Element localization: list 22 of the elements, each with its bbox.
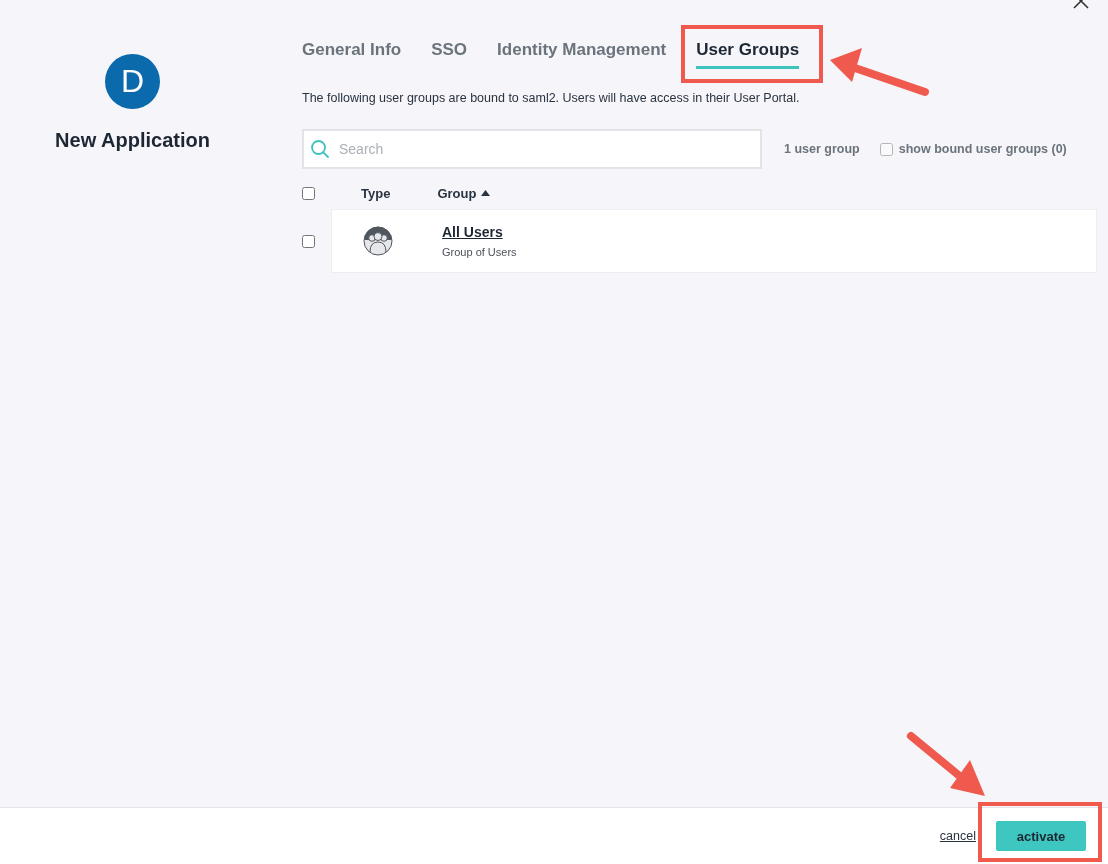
group-name-link[interactable]: All Users (442, 224, 517, 240)
tab[interactable]: General Info (302, 40, 402, 69)
group-row[interactable]: All Users Group of Users (331, 209, 1097, 273)
bound-label: show bound user groups (0) (898, 142, 1067, 156)
tab[interactable]: Identity Management (497, 40, 667, 69)
column-header[interactable]: Group (437, 185, 477, 201)
row-checkbox[interactable] (302, 234, 315, 248)
select-all-checkbox[interactable] (302, 186, 315, 200)
cancel-link[interactable]: cancel (939, 829, 976, 843)
activate-button[interactable]: activate (996, 821, 1086, 851)
app-title: New Application (55, 129, 210, 152)
app-avatar: D (105, 54, 160, 109)
tab[interactable]: User Groups (696, 40, 800, 69)
group-count: 1 user group (784, 142, 860, 156)
bound-checkbox[interactable] (879, 142, 893, 156)
user-group-icon (363, 226, 393, 256)
description-text: The following user groups are bound to saml2. Users will have access in their User Portal. (302, 91, 801, 105)
tab[interactable]: SSO (431, 40, 468, 69)
column-header[interactable]: Type (361, 185, 391, 201)
sort-up-icon[interactable] (481, 190, 491, 196)
search-field[interactable]: Search (302, 129, 762, 169)
group-subtitle: Group of Users (442, 246, 517, 258)
